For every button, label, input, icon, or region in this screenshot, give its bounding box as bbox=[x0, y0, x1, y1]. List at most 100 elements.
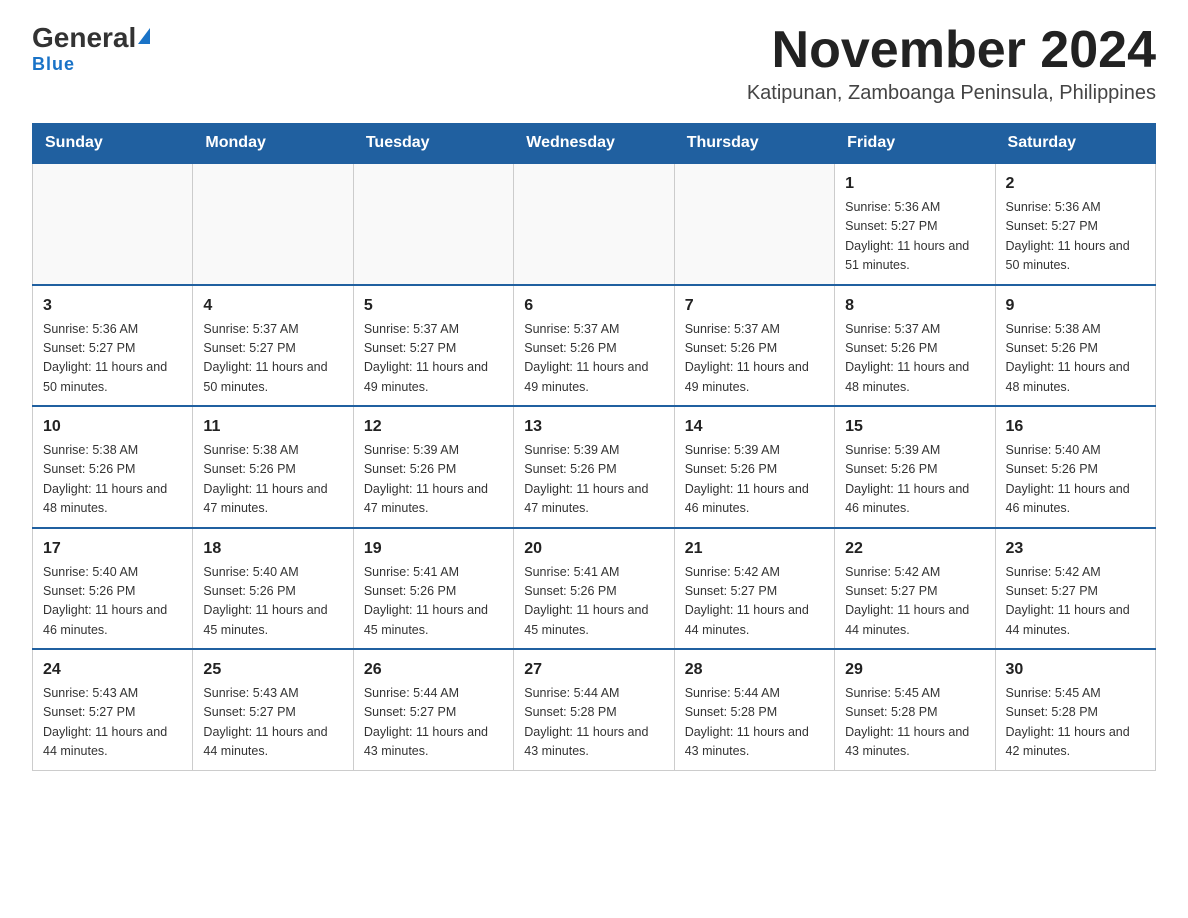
calendar-cell: 20Sunrise: 5:41 AM Sunset: 5:26 PM Dayli… bbox=[514, 528, 674, 650]
calendar-cell: 1Sunrise: 5:36 AM Sunset: 5:27 PM Daylig… bbox=[835, 163, 995, 285]
week-row: 1Sunrise: 5:36 AM Sunset: 5:27 PM Daylig… bbox=[33, 163, 1156, 285]
calendar-cell: 19Sunrise: 5:41 AM Sunset: 5:26 PM Dayli… bbox=[353, 528, 513, 650]
calendar-cell: 27Sunrise: 5:44 AM Sunset: 5:28 PM Dayli… bbox=[514, 649, 674, 770]
day-info: Sunrise: 5:41 AM Sunset: 5:26 PM Dayligh… bbox=[364, 563, 503, 641]
calendar-cell bbox=[674, 163, 834, 285]
title-area: November 2024 Katipunan, Zamboanga Penin… bbox=[747, 24, 1156, 105]
day-info: Sunrise: 5:37 AM Sunset: 5:26 PM Dayligh… bbox=[845, 320, 984, 398]
calendar-table: SundayMondayTuesdayWednesdayThursdayFrid… bbox=[32, 123, 1156, 771]
logo-text: General bbox=[32, 24, 150, 52]
day-info: Sunrise: 5:43 AM Sunset: 5:27 PM Dayligh… bbox=[203, 684, 342, 762]
calendar-cell: 24Sunrise: 5:43 AM Sunset: 5:27 PM Dayli… bbox=[33, 649, 193, 770]
day-number: 8 bbox=[845, 294, 984, 318]
day-info: Sunrise: 5:36 AM Sunset: 5:27 PM Dayligh… bbox=[845, 198, 984, 276]
day-number: 17 bbox=[43, 537, 182, 561]
calendar-cell: 8Sunrise: 5:37 AM Sunset: 5:26 PM Daylig… bbox=[835, 285, 995, 407]
day-info: Sunrise: 5:38 AM Sunset: 5:26 PM Dayligh… bbox=[1006, 320, 1145, 398]
day-info: Sunrise: 5:37 AM Sunset: 5:27 PM Dayligh… bbox=[203, 320, 342, 398]
day-number: 12 bbox=[364, 415, 503, 439]
logo-subtext: Blue bbox=[32, 54, 75, 75]
logo-triangle-icon bbox=[138, 28, 150, 44]
day-info: Sunrise: 5:42 AM Sunset: 5:27 PM Dayligh… bbox=[1006, 563, 1145, 641]
day-of-week-header: Tuesday bbox=[353, 124, 513, 164]
calendar-cell: 14Sunrise: 5:39 AM Sunset: 5:26 PM Dayli… bbox=[674, 406, 834, 528]
week-row: 17Sunrise: 5:40 AM Sunset: 5:26 PM Dayli… bbox=[33, 528, 1156, 650]
day-number: 29 bbox=[845, 658, 984, 682]
calendar-cell bbox=[33, 163, 193, 285]
calendar-cell: 21Sunrise: 5:42 AM Sunset: 5:27 PM Dayli… bbox=[674, 528, 834, 650]
calendar-cell: 13Sunrise: 5:39 AM Sunset: 5:26 PM Dayli… bbox=[514, 406, 674, 528]
calendar-header-row: SundayMondayTuesdayWednesdayThursdayFrid… bbox=[33, 124, 1156, 164]
day-info: Sunrise: 5:37 AM Sunset: 5:26 PM Dayligh… bbox=[685, 320, 824, 398]
day-info: Sunrise: 5:38 AM Sunset: 5:26 PM Dayligh… bbox=[203, 441, 342, 519]
day-number: 7 bbox=[685, 294, 824, 318]
calendar-cell: 16Sunrise: 5:40 AM Sunset: 5:26 PM Dayli… bbox=[995, 406, 1155, 528]
day-info: Sunrise: 5:44 AM Sunset: 5:27 PM Dayligh… bbox=[364, 684, 503, 762]
day-number: 10 bbox=[43, 415, 182, 439]
day-number: 4 bbox=[203, 294, 342, 318]
day-info: Sunrise: 5:45 AM Sunset: 5:28 PM Dayligh… bbox=[1006, 684, 1145, 762]
day-of-week-header: Wednesday bbox=[514, 124, 674, 164]
calendar-cell: 25Sunrise: 5:43 AM Sunset: 5:27 PM Dayli… bbox=[193, 649, 353, 770]
week-row: 3Sunrise: 5:36 AM Sunset: 5:27 PM Daylig… bbox=[33, 285, 1156, 407]
calendar-cell: 30Sunrise: 5:45 AM Sunset: 5:28 PM Dayli… bbox=[995, 649, 1155, 770]
day-number: 25 bbox=[203, 658, 342, 682]
day-info: Sunrise: 5:36 AM Sunset: 5:27 PM Dayligh… bbox=[43, 320, 182, 398]
day-info: Sunrise: 5:40 AM Sunset: 5:26 PM Dayligh… bbox=[43, 563, 182, 641]
day-number: 6 bbox=[524, 294, 663, 318]
day-of-week-header: Friday bbox=[835, 124, 995, 164]
day-info: Sunrise: 5:44 AM Sunset: 5:28 PM Dayligh… bbox=[685, 684, 824, 762]
day-of-week-header: Monday bbox=[193, 124, 353, 164]
calendar-cell: 9Sunrise: 5:38 AM Sunset: 5:26 PM Daylig… bbox=[995, 285, 1155, 407]
day-number: 23 bbox=[1006, 537, 1145, 561]
day-number: 26 bbox=[364, 658, 503, 682]
day-number: 21 bbox=[685, 537, 824, 561]
day-number: 19 bbox=[364, 537, 503, 561]
calendar-cell: 28Sunrise: 5:44 AM Sunset: 5:28 PM Dayli… bbox=[674, 649, 834, 770]
day-number: 11 bbox=[203, 415, 342, 439]
calendar-cell: 3Sunrise: 5:36 AM Sunset: 5:27 PM Daylig… bbox=[33, 285, 193, 407]
calendar-cell: 5Sunrise: 5:37 AM Sunset: 5:27 PM Daylig… bbox=[353, 285, 513, 407]
day-info: Sunrise: 5:42 AM Sunset: 5:27 PM Dayligh… bbox=[685, 563, 824, 641]
calendar-cell: 7Sunrise: 5:37 AM Sunset: 5:26 PM Daylig… bbox=[674, 285, 834, 407]
calendar-cell: 29Sunrise: 5:45 AM Sunset: 5:28 PM Dayli… bbox=[835, 649, 995, 770]
day-of-week-header: Thursday bbox=[674, 124, 834, 164]
calendar-cell: 4Sunrise: 5:37 AM Sunset: 5:27 PM Daylig… bbox=[193, 285, 353, 407]
day-info: Sunrise: 5:39 AM Sunset: 5:26 PM Dayligh… bbox=[845, 441, 984, 519]
day-number: 20 bbox=[524, 537, 663, 561]
day-info: Sunrise: 5:44 AM Sunset: 5:28 PM Dayligh… bbox=[524, 684, 663, 762]
week-row: 24Sunrise: 5:43 AM Sunset: 5:27 PM Dayli… bbox=[33, 649, 1156, 770]
day-info: Sunrise: 5:39 AM Sunset: 5:26 PM Dayligh… bbox=[364, 441, 503, 519]
day-info: Sunrise: 5:37 AM Sunset: 5:27 PM Dayligh… bbox=[364, 320, 503, 398]
calendar-cell: 22Sunrise: 5:42 AM Sunset: 5:27 PM Dayli… bbox=[835, 528, 995, 650]
day-number: 3 bbox=[43, 294, 182, 318]
day-number: 18 bbox=[203, 537, 342, 561]
day-number: 13 bbox=[524, 415, 663, 439]
day-info: Sunrise: 5:38 AM Sunset: 5:26 PM Dayligh… bbox=[43, 441, 182, 519]
day-info: Sunrise: 5:42 AM Sunset: 5:27 PM Dayligh… bbox=[845, 563, 984, 641]
calendar-cell bbox=[353, 163, 513, 285]
day-number: 28 bbox=[685, 658, 824, 682]
day-of-week-header: Sunday bbox=[33, 124, 193, 164]
day-info: Sunrise: 5:36 AM Sunset: 5:27 PM Dayligh… bbox=[1006, 198, 1145, 276]
day-number: 15 bbox=[845, 415, 984, 439]
day-number: 24 bbox=[43, 658, 182, 682]
day-number: 27 bbox=[524, 658, 663, 682]
day-info: Sunrise: 5:43 AM Sunset: 5:27 PM Dayligh… bbox=[43, 684, 182, 762]
calendar-cell: 15Sunrise: 5:39 AM Sunset: 5:26 PM Dayli… bbox=[835, 406, 995, 528]
day-number: 2 bbox=[1006, 172, 1145, 196]
calendar-cell: 12Sunrise: 5:39 AM Sunset: 5:26 PM Dayli… bbox=[353, 406, 513, 528]
location-subtitle: Katipunan, Zamboanga Peninsula, Philippi… bbox=[747, 82, 1156, 105]
day-number: 22 bbox=[845, 537, 984, 561]
day-number: 9 bbox=[1006, 294, 1145, 318]
day-info: Sunrise: 5:39 AM Sunset: 5:26 PM Dayligh… bbox=[524, 441, 663, 519]
calendar-cell: 26Sunrise: 5:44 AM Sunset: 5:27 PM Dayli… bbox=[353, 649, 513, 770]
calendar-cell: 2Sunrise: 5:36 AM Sunset: 5:27 PM Daylig… bbox=[995, 163, 1155, 285]
day-info: Sunrise: 5:40 AM Sunset: 5:26 PM Dayligh… bbox=[203, 563, 342, 641]
month-year-title: November 2024 bbox=[747, 24, 1156, 76]
week-row: 10Sunrise: 5:38 AM Sunset: 5:26 PM Dayli… bbox=[33, 406, 1156, 528]
day-number: 14 bbox=[685, 415, 824, 439]
day-number: 1 bbox=[845, 172, 984, 196]
calendar-cell: 6Sunrise: 5:37 AM Sunset: 5:26 PM Daylig… bbox=[514, 285, 674, 407]
calendar-cell: 17Sunrise: 5:40 AM Sunset: 5:26 PM Dayli… bbox=[33, 528, 193, 650]
